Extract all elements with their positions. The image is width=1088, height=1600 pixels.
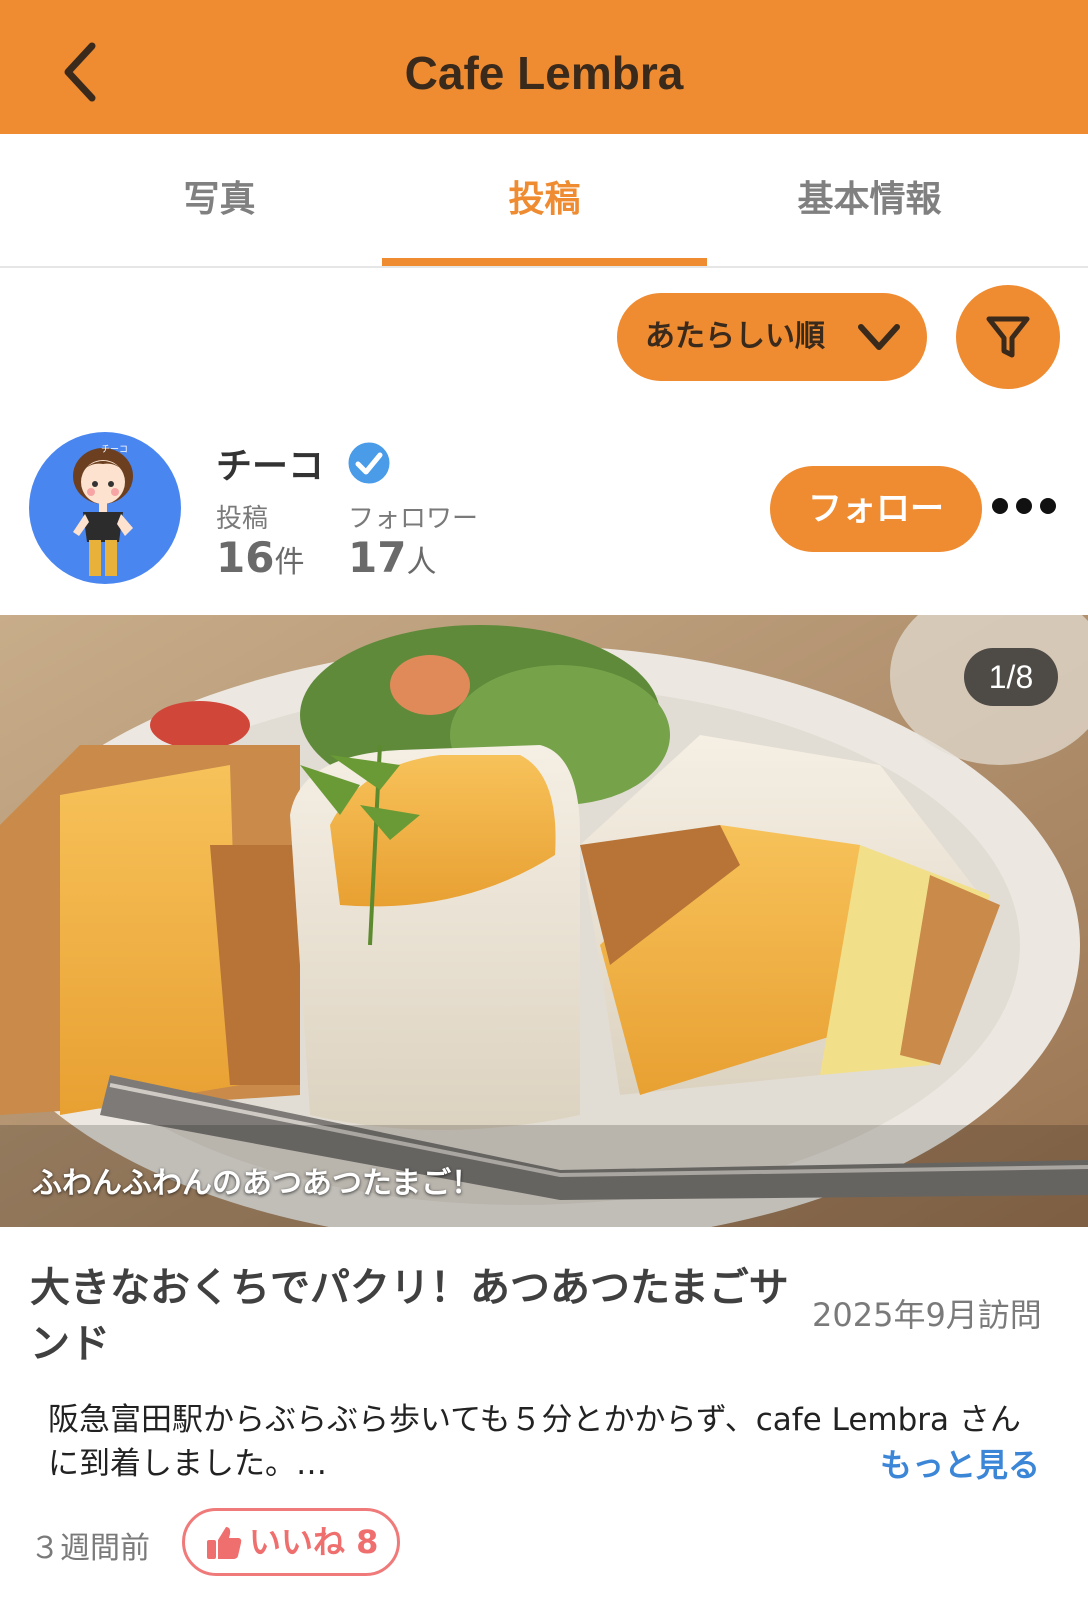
tab-bar: 写真 投稿 基本情報 <box>0 134 1088 268</box>
app-header: Cafe Lembra <box>0 0 1088 134</box>
active-tab-indicator <box>382 258 707 266</box>
post-time: ３週間前 <box>30 1531 150 1566</box>
sort-dropdown[interactable]: あたらしい順 <box>617 293 927 381</box>
like-text: いいね <box>249 1523 346 1561</box>
read-more-link[interactable]: もっと見る <box>880 1440 1040 1486</box>
like-label: いいね 8 <box>249 1511 378 1573</box>
posts-label: 投稿 <box>216 504 269 534</box>
posts-unit: 件 <box>274 545 305 580</box>
like-count: 8 <box>356 1523 379 1561</box>
photo-caption: ふわんふわんのあつあつたまご！ <box>32 1166 482 1201</box>
chevron-left-icon <box>64 42 96 102</box>
thumbs-up-icon <box>207 1527 242 1559</box>
post-photo[interactable] <box>0 615 1088 1227</box>
page-title: Cafe Lembra <box>404 47 684 99</box>
filter-button[interactable] <box>956 285 1060 389</box>
filter-icon <box>986 316 1030 358</box>
back-button[interactable] <box>56 40 106 104</box>
verified-check-icon <box>345 439 393 487</box>
egg-sandwich-image <box>0 615 1088 1227</box>
avatar-tag: チーコ <box>101 444 128 455</box>
tab-posts[interactable]: 投稿 <box>382 134 707 266</box>
user-illustration: チーコ <box>73 444 133 576</box>
followers-count-value: 17 <box>348 533 407 582</box>
tab-photos[interactable]: 写真 <box>57 134 382 266</box>
followers-count: 17人 <box>348 533 436 582</box>
post-title[interactable]: 大きなおくちでパクリ！あつあつたまごサンド <box>30 1260 790 1372</box>
visit-date: 2025年9月訪問 <box>812 1296 1042 1334</box>
follow-button[interactable]: フォロー <box>770 466 982 552</box>
posts-count: 16件 <box>216 533 304 582</box>
sort-label: あたらしい順 <box>645 319 825 354</box>
avatar[interactable]: チーコ <box>29 432 181 584</box>
posts-count-value: 16 <box>216 533 275 582</box>
user-name[interactable]: チーコ <box>216 437 324 489</box>
followers-label: フォロワー <box>348 504 479 534</box>
tab-basic-info[interactable]: 基本情報 <box>707 134 1032 266</box>
chevron-down-icon <box>858 324 900 350</box>
more-options-icon[interactable] <box>990 498 1062 518</box>
followers-unit: 人 <box>406 545 437 580</box>
photo-counter: 1/8 <box>964 648 1058 706</box>
like-button[interactable]: いいね 8 <box>182 1508 400 1576</box>
